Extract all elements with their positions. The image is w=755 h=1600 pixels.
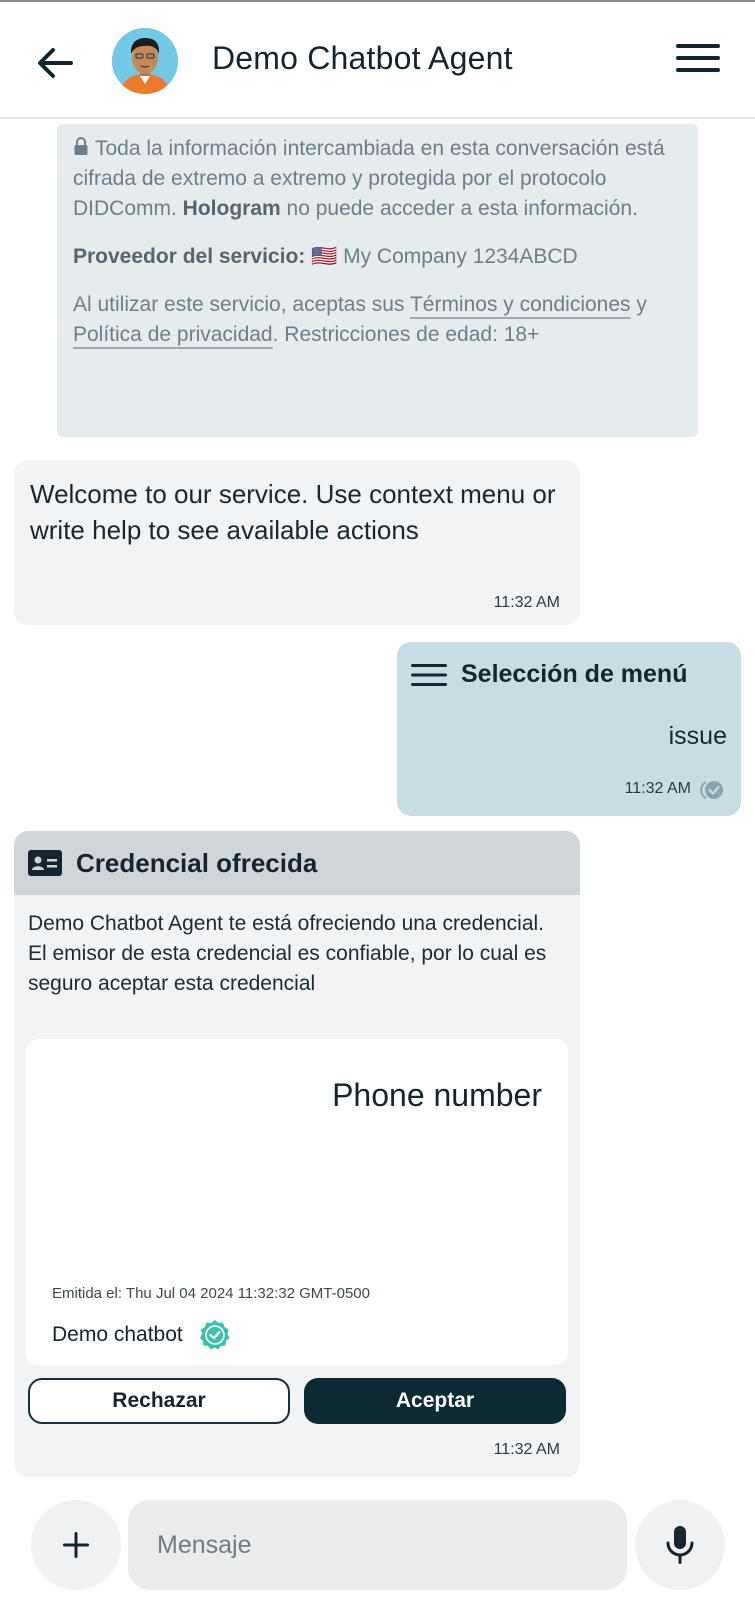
- back-button[interactable]: [30, 38, 80, 88]
- credential-offer-description: Demo Chatbot Agent te está ofreciendo un…: [28, 912, 547, 995]
- id-card-icon: [28, 850, 62, 876]
- credential-card[interactable]: Phone number Emitida el: Thu Jul 04 2024…: [26, 1039, 568, 1365]
- plus-icon: [63, 1532, 89, 1558]
- page-title: Demo Chatbot Agent: [212, 40, 513, 76]
- provider-label: Proveedor del servicio:: [73, 245, 306, 268]
- issuer-name: Demo chatbot: [52, 1323, 183, 1346]
- terms-and: y: [630, 293, 647, 316]
- credential-name: Phone number: [332, 1077, 542, 1113]
- terms-prefix: Al utilizar este servicio, aceptas sus: [73, 293, 410, 316]
- incoming-message[interactable]: Welcome to our service. Use context menu…: [14, 460, 580, 625]
- avatar[interactable]: [112, 28, 178, 94]
- message-time: 11:32 AM: [493, 594, 560, 611]
- verified-badge-icon: [199, 1320, 230, 1350]
- lock-icon: [74, 137, 88, 155]
- chat-header: Demo Chatbot Agent: [0, 2, 755, 119]
- provider-line: Proveedor del servicio: 🇺🇸 My Company 12…: [73, 242, 682, 272]
- menu-lines-icon: [411, 663, 447, 686]
- privacy-link[interactable]: Política de privacidad: [73, 323, 273, 346]
- encryption-text-end: no puede acceder a esta información.: [280, 197, 638, 220]
- credential-offer: Credencial ofrecida Demo Chatbot Agent t…: [14, 831, 580, 1477]
- arrow-left-icon: [38, 48, 73, 78]
- hamburger-menu-icon: [676, 44, 720, 72]
- double-check-icon: [700, 781, 723, 799]
- message-time: 11:32 AM: [624, 780, 691, 797]
- outgoing-message[interactable]: Selección de menú issue 11:32 AM: [397, 642, 741, 816]
- encryption-notice: Toda la información intercambiada en est…: [57, 124, 698, 437]
- hologram-brand: Hologram: [182, 197, 281, 220]
- message-time: 11:32 AM: [493, 1441, 560, 1458]
- add-attachment-button[interactable]: [31, 1500, 121, 1590]
- encryption-paragraph: Toda la información intercambiada en est…: [73, 134, 682, 224]
- terms-suffix: . Restricciones de edad: 18+: [272, 323, 540, 346]
- credential-issued-date: Emitida el: Thu Jul 04 2024 11:32:32 GMT…: [52, 1285, 370, 1302]
- terms-link[interactable]: Términos y condiciones: [410, 293, 631, 316]
- provider-name: My Company 1234ABCD: [343, 245, 578, 268]
- reject-button[interactable]: Rechazar: [28, 1378, 290, 1424]
- flag-us-icon: 🇺🇸: [311, 245, 338, 268]
- agent-avatar-icon: [112, 28, 178, 94]
- credential-issuer: Demo chatbot: [52, 1319, 231, 1351]
- menu-selection-value: issue: [668, 722, 727, 750]
- menu-button[interactable]: [676, 42, 726, 82]
- message-text: Welcome to our service. Use context menu…: [30, 479, 556, 545]
- terms-paragraph: Al utilizar este servicio, aceptas sus T…: [73, 290, 682, 350]
- menu-selection-label: Selección de menú: [461, 660, 688, 688]
- accept-button[interactable]: Aceptar: [304, 1378, 566, 1424]
- microphone-icon: [666, 1526, 694, 1564]
- message-input[interactable]: [128, 1500, 627, 1590]
- menu-selection-header: Selección de menú: [411, 660, 687, 689]
- credential-offer-title: Credencial ofrecida: [76, 847, 318, 878]
- microphone-button[interactable]: [635, 1500, 725, 1590]
- credential-offer-header: Credencial ofrecida: [14, 831, 580, 895]
